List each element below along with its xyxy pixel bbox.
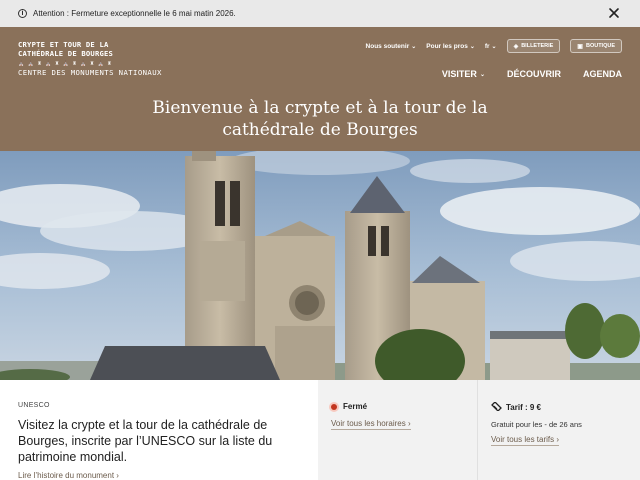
site-header: CRYPTE ET TOUR DE LA CATHÉDRALE DE BOURG… bbox=[0, 27, 640, 151]
prices-link-label: Voir tous les tarifs bbox=[491, 435, 555, 444]
alert-bar: i Attention : Fermeture exceptionnelle l… bbox=[0, 0, 640, 27]
site-logo[interactable]: CRYPTE ET TOUR DE LA CATHÉDRALE DE BOURG… bbox=[18, 40, 162, 77]
logo-ornament-icon: ⛪ ⛪ ♜ ⛪ ♜ ⛪ ♜ ⛪ ♜ ⛪ ♜ bbox=[18, 61, 113, 67]
hero-image bbox=[0, 151, 640, 380]
price-title: Tarif : 9 € bbox=[506, 403, 541, 412]
nav-support-label: Nous soutenir bbox=[365, 42, 410, 50]
chevron-right-icon: › bbox=[116, 471, 119, 480]
info-circle-icon: i bbox=[18, 9, 27, 18]
nav-visit[interactable]: VISITER ⌄ bbox=[442, 69, 485, 79]
status-text: Fermé bbox=[343, 402, 368, 411]
price-heading: Tarif : 9 € bbox=[491, 401, 627, 413]
page-title: Bienvenue à la crypte et à la tour de la… bbox=[0, 97, 640, 141]
page-title-line-2: cathédrale de Bourges bbox=[222, 120, 418, 140]
prices-link[interactable]: Voir tous les tarifs › bbox=[491, 435, 560, 446]
chevron-down-icon: ⌄ bbox=[479, 71, 485, 78]
card-hours: Fermé Voir tous les horaires › bbox=[318, 380, 478, 480]
chevron-right-icon: › bbox=[407, 419, 411, 428]
status-dot-icon bbox=[331, 403, 337, 410]
top-navigation: Nous soutenir ⌄ Pour les pros ⌄ fr ⌄ ◈ BILLE… bbox=[366, 39, 622, 53]
nav-agenda[interactable]: AGENDA bbox=[583, 69, 622, 79]
ticket-icon bbox=[491, 401, 502, 413]
language-label: fr bbox=[484, 42, 490, 50]
opening-status: Fermé bbox=[331, 402, 464, 411]
chevron-right-icon: › bbox=[556, 435, 560, 444]
card-intro: UNESCO Visitez la crypte et la tour de l… bbox=[0, 380, 318, 480]
chevron-down-icon: ⌄ bbox=[411, 43, 417, 50]
logo-line-2: CATHÉDRALE DE BOURGES bbox=[18, 48, 114, 58]
hours-link-label: Voir tous les horaires bbox=[331, 419, 406, 428]
main-navigation: VISITER ⌄ DÉCOUVRIR AGENDA bbox=[442, 69, 622, 79]
nav-support[interactable]: Nous soutenir ⌄ bbox=[366, 43, 417, 50]
hours-link[interactable]: Voir tous les horaires › bbox=[331, 419, 411, 430]
history-link-label: Lire l’histoire du monument bbox=[18, 471, 115, 480]
ticket-icon: ◈ bbox=[513, 43, 519, 50]
chevron-down-icon: ⌄ bbox=[469, 43, 475, 50]
language-selector[interactable]: fr ⌄ bbox=[485, 43, 497, 50]
shop-label: BOUTIQUE bbox=[585, 43, 615, 49]
card-price: Tarif : 9 € Gratuit pour les - de 26 ans… bbox=[478, 380, 640, 480]
history-link[interactable]: Lire l’histoire du monument › bbox=[18, 471, 119, 480]
price-subtitle: Gratuit pour les - de 26 ans bbox=[491, 420, 582, 429]
shopping-bag-icon: ▣ bbox=[577, 43, 583, 50]
logo-line-3: CENTRE DES MONUMENTS NATIONAUX bbox=[18, 68, 162, 77]
alert-text: Attention : Fermeture exceptionnelle le … bbox=[33, 9, 236, 18]
nav-pros[interactable]: Pour les pros ⌄ bbox=[426, 43, 475, 50]
ticket-label: BILLETERIE bbox=[521, 43, 554, 49]
chevron-down-icon: ⌄ bbox=[491, 43, 497, 50]
nav-visit-label: VISITER bbox=[441, 69, 477, 79]
shop-button[interactable]: ▣ BOUTIQUE bbox=[570, 39, 622, 53]
info-cards: UNESCO Visitez la crypte et la tour de l… bbox=[0, 380, 640, 480]
ticket-button[interactable]: ◈ BILLETERIE bbox=[506, 39, 561, 53]
close-icon[interactable] bbox=[608, 7, 620, 19]
nav-pros-label: Pour les pros bbox=[426, 42, 468, 50]
card-intro-kicker: UNESCO bbox=[18, 402, 50, 409]
nav-discover[interactable]: DÉCOUVRIR bbox=[507, 69, 561, 79]
page-title-line-1: Bienvenue à la crypte et à la tour de la bbox=[152, 98, 488, 118]
card-intro-text: Visitez la crypte et la tour de la cathé… bbox=[18, 418, 273, 464]
